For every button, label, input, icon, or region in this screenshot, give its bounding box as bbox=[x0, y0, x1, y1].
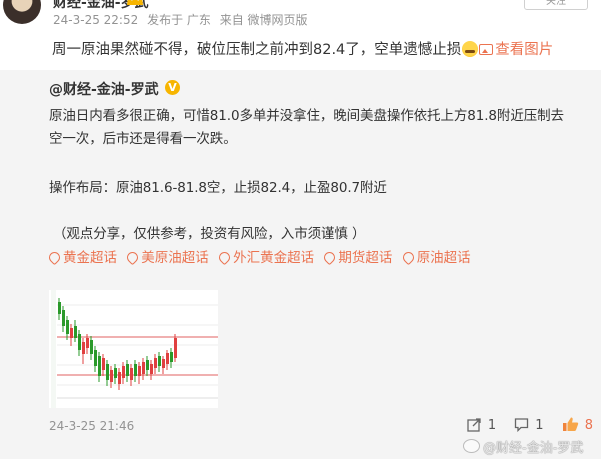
repost-line-4: （观点分享，仅供参考，投资有风险，入市须谨慎 ） bbox=[53, 226, 366, 242]
repost-line-2: 空一次，后市还是得看一次跌。 bbox=[49, 131, 237, 147]
repost-author[interactable]: @财经-金油-罗武 bbox=[49, 79, 159, 99]
like-count: 8 bbox=[584, 418, 593, 433]
weibo-watermark: @财经-金油-罗武 bbox=[463, 437, 583, 456]
repost-timestamp[interactable]: 24-3-25 21:46 bbox=[49, 419, 134, 433]
topic-diamond-icon bbox=[322, 249, 338, 266]
like-button[interactable]: 8 bbox=[562, 416, 593, 433]
topic-label: 美原油超话 bbox=[141, 250, 209, 266]
topic-label: 期货超话 bbox=[338, 250, 393, 266]
topic-label: 外汇黄金超话 bbox=[233, 250, 315, 266]
avatar[interactable] bbox=[3, 0, 41, 24]
post-location: 发布于 广东 bbox=[147, 13, 211, 27]
comment-count: 1 bbox=[535, 418, 544, 433]
topic-link[interactable]: 外汇黄金超话 bbox=[216, 249, 315, 266]
view-picture-link[interactable]: 查看图片 bbox=[479, 42, 553, 58]
crown-badge-icon bbox=[127, 0, 143, 5]
share-icon bbox=[467, 418, 481, 432]
topic-link[interactable]: 期货超话 bbox=[322, 249, 393, 266]
topic-list: 黄金超话 美原油超话 外汇黄金超话 期货超话 原油超话 bbox=[46, 246, 477, 266]
repost-line-3: 操作布局：原油81.6-81.8空，止损82.4，止盈80.7附近 bbox=[49, 180, 387, 196]
post-text: 周一原油果然碰不得，破位压制之前冲到82.4了，空单遗憾止损 查看图片 bbox=[52, 38, 553, 59]
verified-badge-icon: V bbox=[165, 80, 180, 95]
thumbs-up-icon bbox=[562, 417, 578, 431]
candlestick-chart-thumbnail bbox=[49, 290, 218, 408]
share-count: 1 bbox=[487, 418, 497, 433]
action-bar: 1 1 8 bbox=[453, 416, 593, 433]
topic-label: 黄金超话 bbox=[63, 250, 117, 266]
post-body: 周一原油果然碰不得，破位压制之前冲到82.4了，空单遗憾止损 bbox=[52, 42, 462, 58]
post-meta: 24-3-25 22:52 发布于 广东 来自 微博网页版 bbox=[53, 11, 313, 28]
topic-link[interactable]: 原油超话 bbox=[400, 249, 471, 266]
comment-icon bbox=[515, 418, 529, 433]
topic-link[interactable]: 黄金超话 bbox=[46, 249, 117, 266]
face-palm-emoji-icon bbox=[462, 41, 479, 57]
post-timestamp[interactable]: 24-3-25 22:52 bbox=[53, 13, 138, 27]
follow-button[interactable]: 关注 bbox=[524, 0, 588, 10]
post-via: 来自 微博网页版 bbox=[219, 13, 308, 27]
chart-thumbnail-image[interactable] bbox=[49, 290, 218, 408]
view-picture-label: 查看图片 bbox=[495, 42, 554, 58]
share-button[interactable]: 1 bbox=[467, 417, 496, 433]
topic-diamond-icon bbox=[46, 249, 63, 266]
repost-line-1: 原油日内看多很正确，可惜81.0多单并没拿住，晚间美盘操作依托上方81.8附近压… bbox=[49, 108, 564, 124]
picture-icon bbox=[479, 44, 494, 55]
topic-link[interactable]: 美原油超话 bbox=[125, 249, 209, 266]
repost-card: @财经-金油-罗武 V 原油日内看多很正确，可惜81.0多单并没拿住，晚间美盘操… bbox=[0, 70, 601, 459]
topic-diamond-icon bbox=[125, 249, 141, 266]
topic-diamond-icon bbox=[216, 249, 233, 266]
comment-button[interactable]: 1 bbox=[514, 417, 544, 433]
topic-label: 原油超话 bbox=[416, 250, 471, 266]
weibo-post: 财经-金油-罗武 关注 24-3-25 22:52 发布于 广东 来自 微博网页… bbox=[0, 0, 601, 70]
topic-diamond-icon bbox=[400, 249, 416, 266]
weibo-logo-icon bbox=[463, 439, 480, 453]
watermark-text: @财经-金油-罗武 bbox=[483, 441, 584, 456]
